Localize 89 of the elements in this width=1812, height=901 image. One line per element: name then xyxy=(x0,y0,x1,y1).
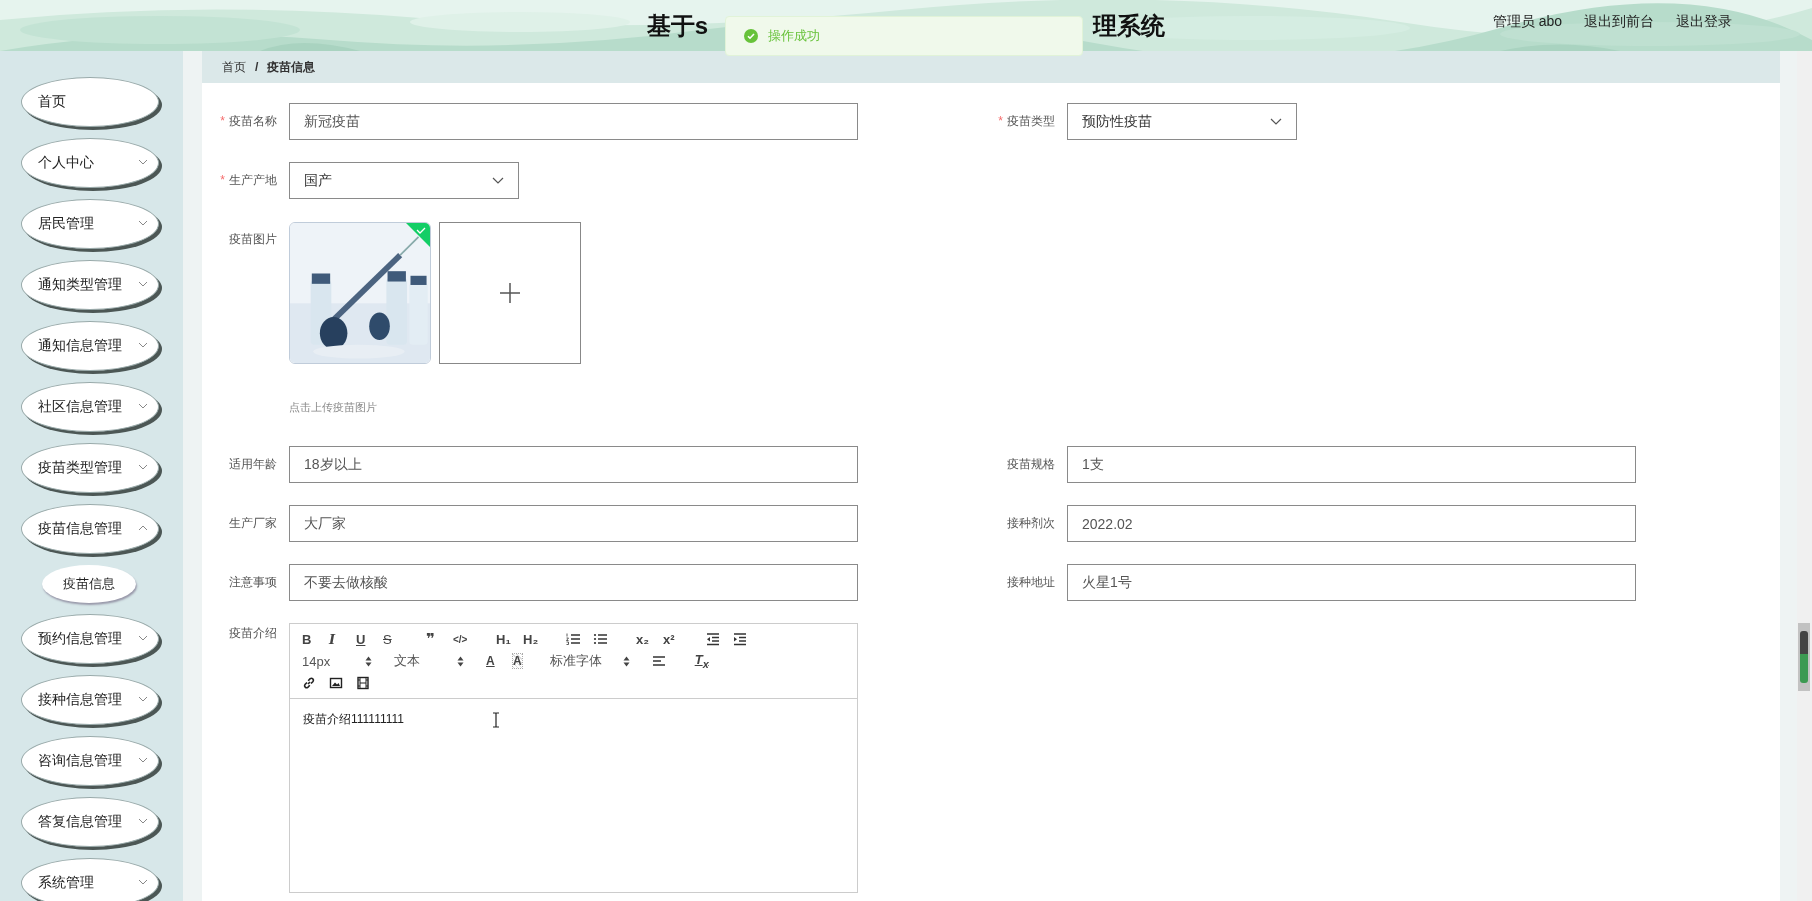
user-name: 管理员 abo xyxy=(1492,13,1562,31)
format-button[interactable]: A xyxy=(486,654,513,668)
breadcrumb-separator: / xyxy=(255,60,259,74)
format-button[interactable]: x₂ xyxy=(636,631,663,647)
field-label: 疫苗规格 xyxy=(1006,456,1055,473)
field-label: 注意事项 xyxy=(228,574,277,591)
editor-text: 疫苗介绍111111111 xyxy=(303,712,404,726)
field-label: 接种地址 xyxy=(1006,574,1055,591)
app-title: 理系统 xyxy=(1093,10,1166,41)
up-down-arrows-icon xyxy=(622,655,630,667)
chevron-icon xyxy=(492,177,504,184)
format-button[interactable]: I xyxy=(329,631,356,647)
numbered-list-icon[interactable] xyxy=(566,632,580,646)
chevron-icon xyxy=(138,464,148,470)
format-button[interactable]: x² xyxy=(663,631,690,647)
menu-item[interactable]: 预约信息管理 xyxy=(21,614,159,664)
chevron-icon xyxy=(138,525,148,531)
chevron-icon xyxy=(138,818,148,824)
submenu-item[interactable]: 疫苗信息 xyxy=(42,565,136,603)
chevron-icon xyxy=(138,696,148,702)
up-down-arrows-icon xyxy=(457,655,464,667)
menu-item[interactable]: 咨询信息管理 xyxy=(21,736,159,786)
chevron-icon xyxy=(138,403,148,409)
menu-item[interactable]: 通知信息管理 xyxy=(21,321,159,371)
text-field[interactable]: 不要去做核酸 xyxy=(289,564,858,601)
chevron-icon xyxy=(138,879,148,885)
upload-button[interactable] xyxy=(439,222,581,364)
field-label: 适用年龄 xyxy=(228,456,277,473)
field-label: * 疫苗类型 xyxy=(997,113,1055,130)
header-link[interactable]: 退出到前台 xyxy=(1584,13,1654,31)
dropdown[interactable]: 文本 xyxy=(394,652,464,670)
toast-message: 操作成功 xyxy=(725,16,1083,56)
format-button[interactable]: U xyxy=(356,631,383,647)
film-icon[interactable] xyxy=(356,676,370,690)
chevron-icon xyxy=(138,342,148,348)
field-label: 生产厂家 xyxy=(228,515,277,532)
chevron-icon xyxy=(138,757,148,763)
menu-item[interactable]: 个人中心 xyxy=(21,138,159,188)
chevron-icon xyxy=(138,281,148,287)
text-field[interactable]: 2022.02 xyxy=(1067,505,1636,542)
chevron-icon xyxy=(1270,118,1282,125)
rich-text-editor[interactable]: B I U S ❞ </> H₁ H₂ x₂ x² 14px 文本 A A 标准字体 T$_{x}$ 疫苗介绍111111111 xyxy=(289,623,858,893)
up-down-arrows-icon xyxy=(365,655,372,667)
format-button[interactable]: H₂ xyxy=(523,631,550,647)
menu-item[interactable]: 疫苗信息管理 xyxy=(21,504,159,554)
dropdown[interactable]: 14px xyxy=(302,653,372,669)
menu-item[interactable]: 通知类型管理 xyxy=(21,260,159,310)
menu-item[interactable]: 答复信息管理 xyxy=(21,797,159,847)
text-field[interactable]: 1支 xyxy=(1067,446,1636,483)
field-label: 疫苗介绍 xyxy=(228,625,277,642)
menu-item[interactable]: 系统管理 xyxy=(21,858,159,901)
text-field[interactable]: 火星1号 xyxy=(1067,564,1636,601)
align-left-icon[interactable] xyxy=(651,654,666,668)
format-button[interactable]: S xyxy=(383,631,410,647)
menu-item[interactable]: 首页 xyxy=(21,77,159,127)
image-icon[interactable] xyxy=(329,676,343,690)
format-button[interactable]: A xyxy=(513,654,522,668)
text-cursor-icon xyxy=(492,712,500,728)
chevron-icon xyxy=(138,159,148,165)
header-link[interactable]: 退出登录 xyxy=(1676,13,1732,31)
clear-format-button[interactable]: T$_{x}$ xyxy=(694,652,722,670)
bullet-list-icon[interactable] xyxy=(593,632,607,646)
breadcrumb-link[interactable]: 首页 xyxy=(222,58,246,76)
select-field[interactable]: 预防性疫苗 xyxy=(1067,103,1297,140)
text-field[interactable]: 新冠疫苗 xyxy=(289,103,858,140)
menu-item[interactable]: 居民管理 xyxy=(21,199,159,249)
indent-icon[interactable] xyxy=(733,632,747,646)
format-button[interactable]: </> xyxy=(453,633,480,645)
plus-icon xyxy=(500,283,520,303)
text-field[interactable]: 大厂家 xyxy=(289,505,858,542)
chevron-icon xyxy=(138,635,148,641)
upload-hint: 点击上传疫苗图片 xyxy=(289,400,378,415)
app-title: 基于s xyxy=(646,10,709,41)
select-field[interactable]: 国产 xyxy=(289,162,519,199)
menu-item[interactable]: 接种信息管理 xyxy=(21,675,159,725)
field-label: * 疫苗名称 xyxy=(219,113,277,130)
field-label: 疫苗图片 xyxy=(228,231,277,248)
dropdown[interactable]: 标准字体 xyxy=(549,652,630,670)
outdent-icon[interactable] xyxy=(706,632,720,646)
menu-item[interactable]: 疫苗类型管理 xyxy=(21,443,159,493)
chevron-icon xyxy=(138,220,148,226)
field-label: * 生产产地 xyxy=(219,172,277,189)
menu-item[interactable]: 社区信息管理 xyxy=(21,382,159,432)
format-button[interactable]: ❞ xyxy=(426,630,453,648)
link-icon[interactable] xyxy=(302,676,316,690)
format-button[interactable]: B xyxy=(302,631,329,647)
text-field[interactable]: 18岁以上 xyxy=(289,446,858,483)
format-button[interactable]: H₁ xyxy=(496,631,523,647)
field-label: 接种剂次 xyxy=(1006,515,1055,532)
